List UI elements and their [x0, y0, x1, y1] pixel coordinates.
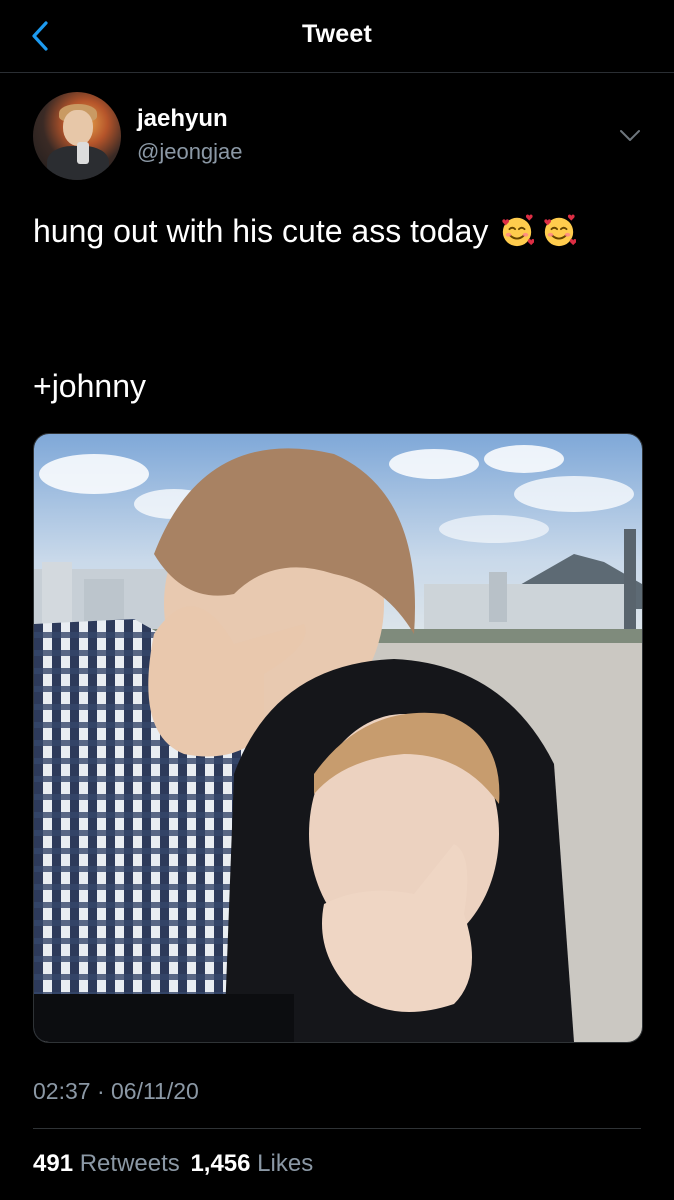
tweet-timestamp: 02:37 · 06/11/20: [33, 1078, 199, 1104]
tweet-text-line-2: +johnny: [33, 368, 146, 404]
tweet-detail-screen: Tweet jaehyun @jeongjae hung out with hi…: [0, 0, 674, 1200]
avatar[interactable]: [33, 92, 121, 180]
tweet-text-content: hung out with his cute ass today: [33, 213, 489, 249]
likes-label: Likes: [257, 1150, 314, 1177]
author-display-name[interactable]: jaehyun: [137, 105, 228, 133]
likes-stat[interactable]: 1,456 Likes: [190, 1150, 313, 1177]
smiling-face-with-hearts-emoji: [544, 214, 577, 247]
engagement-stats: 491 Retweets 1,456 Likes: [33, 1150, 313, 1178]
tweet-text-line-1: hung out with his cute ass today: [33, 207, 643, 255]
divider: [33, 1128, 641, 1129]
smiling-face-with-hearts-emoji: [502, 214, 535, 247]
likes-count: 1,456: [190, 1150, 251, 1177]
retweets-label: Retweets: [79, 1150, 180, 1177]
tweet-menu-button[interactable]: [614, 122, 646, 150]
photo-illustration: [34, 434, 642, 1042]
tweet-photo[interactable]: [33, 433, 643, 1043]
avatar-face: [63, 110, 93, 146]
chevron-down-icon: [620, 130, 640, 141]
retweets-stat[interactable]: 491 Retweets: [33, 1150, 186, 1177]
avatar-can: [77, 142, 89, 164]
page-title: Tweet: [302, 20, 372, 48]
tweet-text: hung out with his cute ass today: [33, 207, 643, 255]
emoji-group: [500, 214, 577, 248]
author-handle[interactable]: @jeongjae: [137, 139, 243, 165]
top-bar: Tweet: [0, 0, 674, 73]
retweets-count: 491: [33, 1150, 74, 1177]
